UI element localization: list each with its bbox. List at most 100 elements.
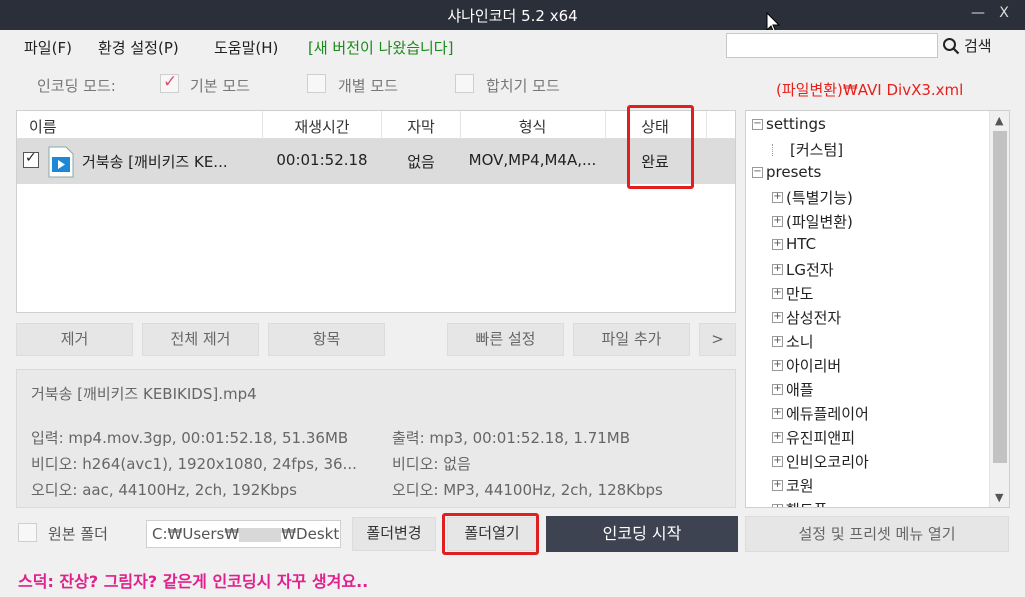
tree-item-label: presets	[766, 163, 822, 181]
tree-item[interactable]: + 아이리버	[772, 355, 841, 376]
info-input: 입력: mp4.mov.3gp, 00:01:52.18, 51.36MB	[31, 429, 349, 447]
redacted-username	[239, 527, 282, 542]
tree-item-label: 인비오코리아	[786, 453, 869, 471]
menu-file[interactable]: 파일(F)	[24, 37, 72, 58]
status-highlight-box	[627, 105, 694, 189]
collapse-icon[interactable]: −	[752, 118, 763, 130]
info-audio-out: 오디오: MP3, 44100Hz, 2ch, 128Kbps	[392, 481, 663, 499]
tree-item[interactable]: +핸드폰	[772, 499, 827, 507]
tree-item[interactable]: + 인비오코리아	[772, 451, 869, 472]
window-title: 샤나인코더 5.2 x64	[447, 7, 578, 25]
search-icon	[943, 37, 960, 54]
basic-mode-checkbox[interactable]	[160, 72, 179, 93]
close-button[interactable]: X	[992, 5, 1016, 21]
minimize-button[interactable]: —	[966, 5, 990, 21]
tree-item[interactable]: + 소니	[772, 331, 814, 352]
tree-item[interactable]: + 삼성전자	[772, 307, 841, 328]
tip-text: 스덕: 잔상? 그림자? 같은게 인코딩시 자꾸 생겨요..	[18, 572, 369, 591]
scroll-up-icon[interactable]: ▲	[995, 114, 1003, 127]
start-encoding-button[interactable]: 인코딩 시작	[546, 516, 738, 552]
file-name-cell: 거북송 [깨비키즈 KE...	[82, 153, 228, 171]
scroll-down-icon[interactable]: ▼	[995, 491, 1003, 504]
expand-icon[interactable]: +	[772, 216, 783, 227]
tree-item[interactable]: + (특별기능)	[772, 187, 853, 208]
tree-item-label: 코원	[786, 477, 814, 495]
individual-mode-checkbox[interactable]	[307, 74, 326, 93]
expand-icon[interactable]: +	[772, 288, 783, 299]
remove-all-button[interactable]: 전체 제거	[142, 323, 259, 356]
merge-mode-label: 합치기 모드	[486, 77, 560, 95]
change-folder-button[interactable]: 폴더변경	[352, 517, 436, 551]
new-version-notice[interactable]: [새 버전이 나왔습니다]	[308, 37, 453, 58]
expand-icon[interactable]: +	[772, 504, 783, 507]
menu-settings[interactable]: 환경 설정(P)	[98, 37, 179, 58]
tree-item-label: 애플	[786, 381, 814, 399]
more-button[interactable]: >	[699, 323, 736, 356]
expand-icon[interactable]: +	[772, 312, 783, 323]
info-video-out: 비디오: 없음	[392, 455, 471, 473]
expand-icon[interactable]: +	[772, 384, 783, 395]
tree-item[interactable]: + HTC	[772, 235, 816, 253]
tree-item-label: [커스텀]	[790, 141, 844, 159]
scroll-thumb[interactable]	[993, 131, 1007, 463]
collapse-icon[interactable]: −	[752, 166, 763, 178]
quick-settings-button[interactable]: 빠른 설정	[447, 323, 564, 356]
encode-mode-label: 인코딩 모드:	[37, 77, 116, 95]
tree-item-label: 핸드폰	[786, 499, 827, 507]
tree-item-label: 만도	[786, 285, 814, 303]
open-settings-menu-button[interactable]: 설정 및 프리셋 메뉴 열기	[745, 516, 1009, 552]
tree-item[interactable]: + 애플	[772, 379, 814, 400]
tree-item[interactable]: − presets	[752, 163, 821, 181]
tree-item-label: LG전자	[786, 261, 834, 279]
tree-item[interactable]: + (파일변환)	[772, 211, 853, 232]
column-duration[interactable]: 재생시간	[262, 116, 382, 137]
info-video-in: 비디오: h264(avc1), 1920x1080, 24fps, 36...	[31, 455, 357, 473]
basic-mode-label: 기본 모드	[190, 77, 250, 95]
tree-item-label: (파일변환)	[786, 213, 853, 231]
tree-item-label: settings	[766, 115, 826, 133]
expand-icon[interactable]: +	[772, 408, 783, 419]
remove-button[interactable]: 제거	[16, 323, 133, 356]
tree-item-label: HTC	[786, 235, 817, 253]
column-name[interactable]: 이름	[29, 116, 57, 137]
tree-item[interactable]: − settings	[752, 115, 826, 133]
expand-icon[interactable]: +	[772, 264, 783, 275]
info-output: 출력: mp3, 00:01:52.18, 1.71MB	[392, 429, 631, 447]
preset-tree[interactable]: − settings [커스텀] − presets + (특별기능) + (파일변환) + HTC…	[745, 110, 1010, 508]
expand-icon[interactable]: +	[772, 336, 783, 347]
tree-item[interactable]: + 에듀플레이어	[772, 403, 869, 424]
source-folder-label: 원본 폴더	[48, 525, 108, 543]
video-file-icon	[48, 146, 74, 178]
tree-item[interactable]: + LG전자	[772, 259, 834, 280]
tree-item-label: 에듀플레이어	[786, 405, 869, 423]
expand-icon[interactable]: +	[772, 192, 783, 203]
source-folder-checkbox[interactable]	[18, 523, 37, 542]
tree-item[interactable]: + 만도	[772, 283, 814, 304]
tree-item[interactable]: [커스텀]	[772, 139, 843, 160]
info-filename: 거북송 [깨비키즈 KEBIKIDS].mp4	[31, 385, 257, 403]
tree-scrollbar[interactable]: ▲ ▼	[989, 111, 1009, 507]
add-file-button[interactable]: 파일 추가	[573, 323, 690, 356]
column-format[interactable]: 형식	[460, 116, 605, 137]
search-button-label: 검색	[964, 37, 992, 55]
output-folder-path[interactable]: C:₩Users₩ ₩Desktop	[146, 520, 341, 548]
tree-item[interactable]: + 유진피앤피	[772, 427, 855, 448]
info-audio-in: 오디오: aac, 44100Hz, 2ch, 192Kbps	[31, 481, 297, 499]
subtitle-cell: 없음	[407, 153, 435, 171]
row-checkbox[interactable]: ✓	[23, 150, 39, 168]
search-button[interactable]: 검색	[942, 35, 992, 56]
item-button[interactable]: 항목	[268, 323, 385, 356]
current-preset-label: (파일변환)₩AVI DivX3.xml	[776, 81, 964, 99]
folder-path-prefix: C:₩Users₩	[152, 525, 240, 543]
merge-mode-checkbox[interactable]	[455, 74, 474, 93]
expand-icon[interactable]: +	[772, 432, 783, 443]
search-input[interactable]	[726, 33, 938, 58]
expand-icon[interactable]: +	[772, 480, 783, 491]
open-folder-highlight-box	[442, 513, 539, 555]
tree-item[interactable]: + 코원	[772, 475, 814, 496]
expand-icon[interactable]: +	[772, 360, 783, 371]
column-subtitle[interactable]: 자막	[381, 116, 461, 137]
menu-help[interactable]: 도움말(H)	[214, 37, 278, 58]
expand-icon[interactable]: +	[772, 238, 783, 250]
expand-icon[interactable]: +	[772, 456, 783, 467]
